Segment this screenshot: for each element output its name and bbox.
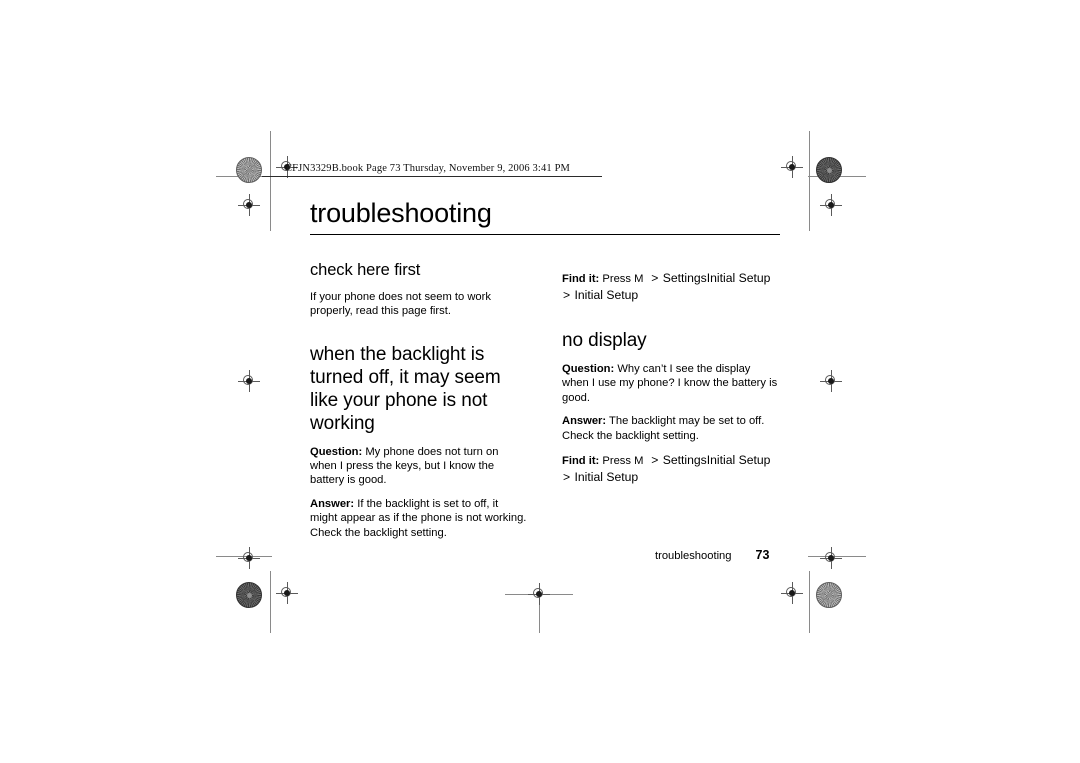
- trim-line-left-mid: [270, 183, 271, 231]
- right-column: Find it: Press M > SettingsInitial Setup…: [562, 261, 780, 540]
- question-block-no-display: Question: Why can’t I see the display wh…: [562, 362, 780, 405]
- answer-label: Answer:: [310, 497, 355, 510]
- density-circle-bottom-left: [236, 582, 262, 608]
- registration-target-bottom-center: [528, 583, 550, 605]
- question-label: Question:: [562, 362, 615, 375]
- file-stamp-rule: [262, 176, 602, 177]
- trim-line-right-upper: [809, 131, 810, 231]
- find-it-path-top: Find it: Press M > SettingsInitial Setup…: [562, 270, 780, 304]
- registration-target-top-right-inner: [820, 194, 842, 216]
- registration-target-bottom-right-inner: [820, 547, 842, 569]
- density-circle-bottom-right: [816, 582, 842, 608]
- find-it-press-text: Press M: [599, 455, 644, 468]
- section-heading-backlight: when the backlight is turned off, it may…: [310, 344, 501, 434]
- answer-block-no-display: Answer: The backlight may be set to off.…: [562, 414, 780, 443]
- section-heading-no-display: no display: [562, 330, 647, 352]
- question-block-backlight: Question: My phone does not turn on when…: [310, 445, 528, 488]
- question-label: Question:: [310, 445, 363, 458]
- registration-target-bottom-left-outer: [276, 582, 298, 604]
- menu-arrow-icon: >: [563, 470, 571, 485]
- find-it-path-bottom: Find it: Press M > SettingsInitial Setup…: [562, 452, 780, 486]
- menu-arrow-icon: >: [651, 453, 659, 468]
- footer-page-number: 73: [755, 548, 770, 562]
- title-rule: [310, 234, 780, 236]
- find-it-label: Find it:: [562, 455, 600, 468]
- two-column-body: check here first If your phone does not …: [310, 261, 780, 540]
- footer-chapter-label: troubleshooting: [655, 550, 732, 562]
- registration-target-right-middle: [820, 370, 842, 392]
- menu-arrow-icon: >: [651, 271, 659, 286]
- registration-target-left-middle: [238, 370, 260, 392]
- registration-target-top-right-outer: [781, 156, 803, 178]
- page-title: troubleshooting: [310, 198, 492, 228]
- left-column: check here first If your phone does not …: [310, 261, 528, 540]
- answer-block-backlight: Answer: If the backlight is set to off, …: [310, 497, 528, 540]
- registration-target-top-left-inner: [238, 194, 260, 216]
- find-it-press-text: Press M: [599, 273, 644, 286]
- page-canvas: CFJN3329B.book Page 73 Thursday, Novembe…: [0, 0, 1080, 763]
- section-heading-check-here-first: check here first: [310, 261, 421, 280]
- density-circle-top-left: [236, 157, 262, 183]
- paragraph-check-here-first: If your phone does not seem to work prop…: [310, 290, 491, 317]
- page-footer: troubleshooting 73: [655, 548, 769, 562]
- file-stamp: CFJN3329B.book Page 73 Thursday, Novembe…: [285, 163, 571, 174]
- menu-path-segment-1: SettingsInitial Setup: [662, 453, 771, 468]
- density-circle-top-right: [816, 157, 842, 183]
- trim-line-left-lower: [270, 571, 271, 633]
- menu-path-segment-2: Initial Setup: [574, 470, 639, 485]
- answer-label: Answer:: [562, 415, 607, 428]
- menu-arrow-icon: >: [563, 288, 571, 303]
- trim-line-right-lower: [809, 571, 810, 633]
- page-content: troubleshooting check here first If your…: [310, 200, 780, 540]
- find-it-label: Find it:: [562, 273, 600, 286]
- registration-target-bottom-left-inner: [238, 547, 260, 569]
- menu-path-segment-2: Initial Setup: [574, 288, 639, 303]
- registration-target-bottom-right-outer: [781, 582, 803, 604]
- menu-path-segment-1: SettingsInitial Setup: [662, 271, 771, 286]
